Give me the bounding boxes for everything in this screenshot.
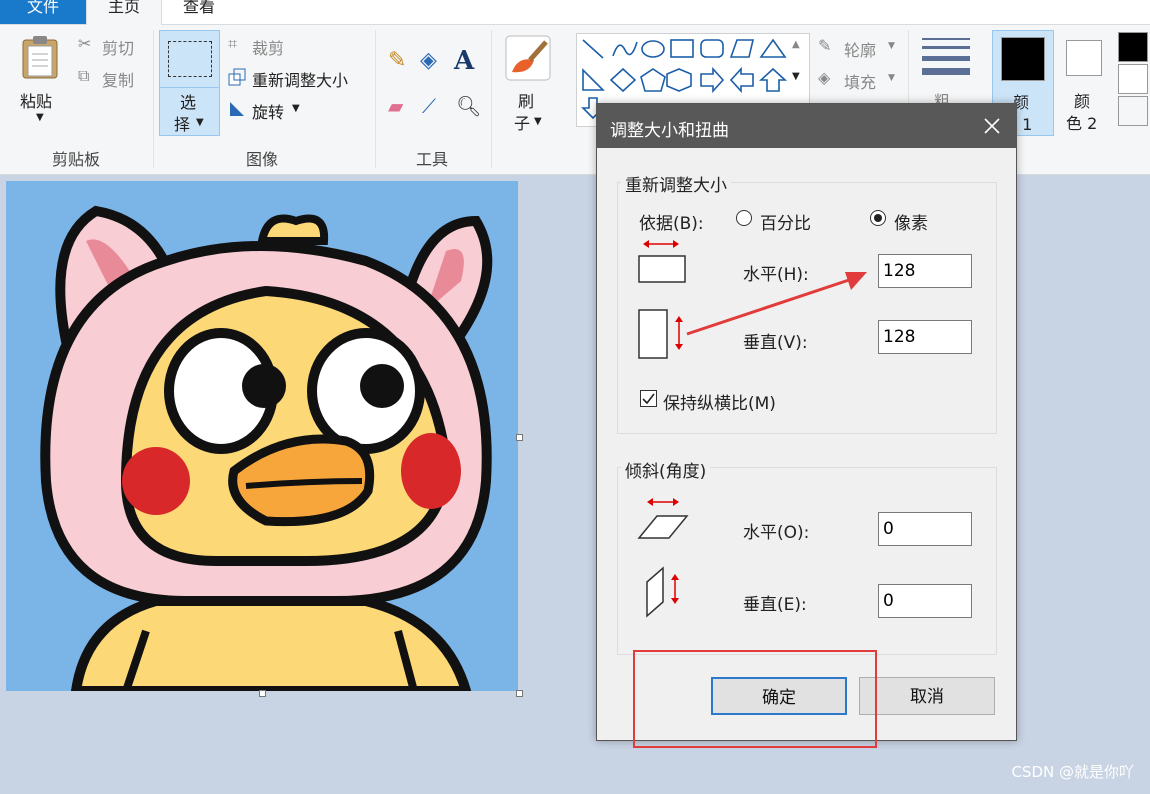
fill-label: 填充: [844, 73, 877, 92]
pencil-icon[interactable]: ✎: [388, 48, 406, 73]
rotate-button[interactable]: 旋转 ▼: [228, 98, 318, 122]
horizontal-resize-icon: [638, 240, 686, 283]
keep-ratio-checkbox[interactable]: [640, 390, 657, 407]
skew-horizontal-input[interactable]: [878, 512, 972, 546]
vertical-resize-icon: [638, 309, 683, 359]
skew-group-title: 倾斜(角度): [621, 457, 711, 482]
skew-vertical-label: 垂直(E):: [743, 595, 807, 615]
tab-view[interactable]: 查看: [162, 0, 236, 24]
cut-label: 剪切: [102, 39, 135, 58]
dialog-title-bar[interactable]: 调整大小和扭曲: [597, 104, 1016, 148]
fill-button[interactable]: ◈ 填充 ▼: [818, 68, 898, 92]
crop-button[interactable]: ⌗ 裁剪: [228, 34, 308, 58]
rotate-label: 旋转: [252, 103, 285, 122]
percent-radio[interactable]: [736, 210, 752, 226]
percent-label: 百分比: [760, 214, 811, 234]
clipboard-group-label: 剪贴板: [51, 150, 100, 169]
cancel-button[interactable]: 取消: [859, 677, 995, 715]
paste-label: 粘贴: [20, 92, 53, 111]
pixels-radio[interactable]: [870, 210, 886, 226]
skew-horizontal-label: 水平(O):: [743, 523, 810, 543]
fill-icon: ◈: [818, 68, 831, 87]
crop-icon: ⌗: [228, 34, 238, 53]
select-button[interactable]: 选 择 ▼: [159, 30, 220, 136]
resize-skew-dialog: 调整大小和扭曲 重新调整大小 依据(B): 百分比 像素 水平(H): 垂直(V…: [596, 103, 1017, 741]
brush-label-1: 刷: [518, 92, 535, 111]
palette-swatch-black[interactable]: [1118, 32, 1148, 62]
clipboard-icon: [22, 36, 58, 79]
annotation-arrow-icon: [686, 272, 867, 336]
copy-label: 复制: [102, 71, 135, 90]
palette-swatch-empty[interactable]: [1118, 96, 1148, 126]
color2-swatch: [1066, 40, 1102, 76]
pixels-label: 像素: [894, 214, 928, 234]
scissors-icon: ✂: [78, 34, 92, 53]
vertical-input[interactable]: [878, 320, 972, 354]
chevron-down-icon: ▼: [792, 71, 800, 82]
resize-handle[interactable]: [516, 434, 523, 441]
fill-bucket-icon[interactable]: ◈: [420, 48, 437, 73]
checkmark-icon: [642, 393, 655, 405]
color2-label-a: 颜: [1074, 92, 1091, 111]
chevron-up-icon: ▲: [792, 39, 800, 50]
palette-swatch-white[interactable]: [1118, 64, 1148, 94]
select-label-2: 择: [174, 115, 191, 134]
separator: [491, 30, 492, 168]
tab-home[interactable]: 主页: [86, 0, 162, 25]
horizontal-skew-icon: [637, 498, 689, 539]
separator: [375, 30, 376, 168]
chevron-down-icon: ▼: [888, 41, 895, 51]
by-label: 依据(B):: [639, 214, 704, 234]
color2-label-b: 色 2: [1066, 114, 1098, 133]
resize-button[interactable]: 重新调整大小: [228, 66, 368, 90]
select-rect-icon: [168, 41, 212, 77]
text-tool-icon[interactable]: A: [454, 46, 474, 76]
chevron-down-icon: ▼: [292, 103, 300, 114]
image-group-label: 图像: [245, 150, 278, 169]
close-icon[interactable]: [982, 116, 1002, 136]
brush-label-2: 子: [514, 114, 531, 133]
color2-button[interactable]: 颜 色 2: [1060, 30, 1112, 136]
horizontal-input[interactable]: [878, 254, 972, 288]
brush-icon: [505, 35, 551, 81]
resize-group-title: 重新调整大小: [621, 171, 731, 196]
crop-label: 裁剪: [252, 39, 285, 58]
outline-label: 轮廓: [844, 41, 877, 60]
resize-icon: [228, 68, 246, 86]
dialog-title: 调整大小和扭曲: [610, 121, 729, 141]
color-picker-icon[interactable]: ⟋: [422, 94, 436, 118]
tab-file[interactable]: 文件: [0, 0, 86, 24]
brush-button[interactable]: 刷 子 ▼: [500, 30, 560, 136]
magnifier-icon[interactable]: 🔍︎: [456, 94, 481, 118]
chevron-down-icon: ▼: [196, 117, 204, 128]
duck-image: [6, 181, 518, 691]
color1-swatch: [1001, 37, 1045, 81]
resize-label: 重新调整大小: [252, 71, 349, 90]
copy-icon: ⧉: [78, 66, 90, 85]
annotation-highlight-box: [633, 650, 877, 748]
paste-button[interactable]: 粘贴 ▼: [14, 30, 66, 134]
watermark: CSDN @就是你吖: [1011, 763, 1134, 781]
cut-button[interactable]: ✂ 剪切: [78, 34, 148, 58]
copy-button[interactable]: ⧉ 复制: [78, 66, 148, 90]
outline-button[interactable]: ✎ 轮廓 ▼: [818, 36, 898, 60]
ribbon-tabs: 文件 主页 查看: [0, 0, 1150, 25]
resize-handle[interactable]: [516, 690, 523, 697]
chevron-down-icon: ▼: [36, 112, 44, 123]
outline-icon: ✎: [818, 36, 832, 55]
chevron-down-icon: ▼: [534, 116, 542, 127]
select-label-1: 选: [180, 93, 197, 112]
tools-group-label: 工具: [415, 150, 448, 169]
resize-handle[interactable]: [259, 690, 266, 697]
eraser-icon[interactable]: ▰: [388, 94, 403, 118]
vertical-skew-icon: [646, 566, 679, 618]
rotate-icon: [230, 102, 244, 116]
keep-ratio-label: 保持纵横比(M): [663, 394, 776, 414]
separator: [153, 30, 154, 168]
drawing-canvas[interactable]: [6, 181, 518, 691]
chevron-down-icon: ▼: [888, 73, 895, 83]
skew-vertical-input[interactable]: [878, 584, 972, 618]
